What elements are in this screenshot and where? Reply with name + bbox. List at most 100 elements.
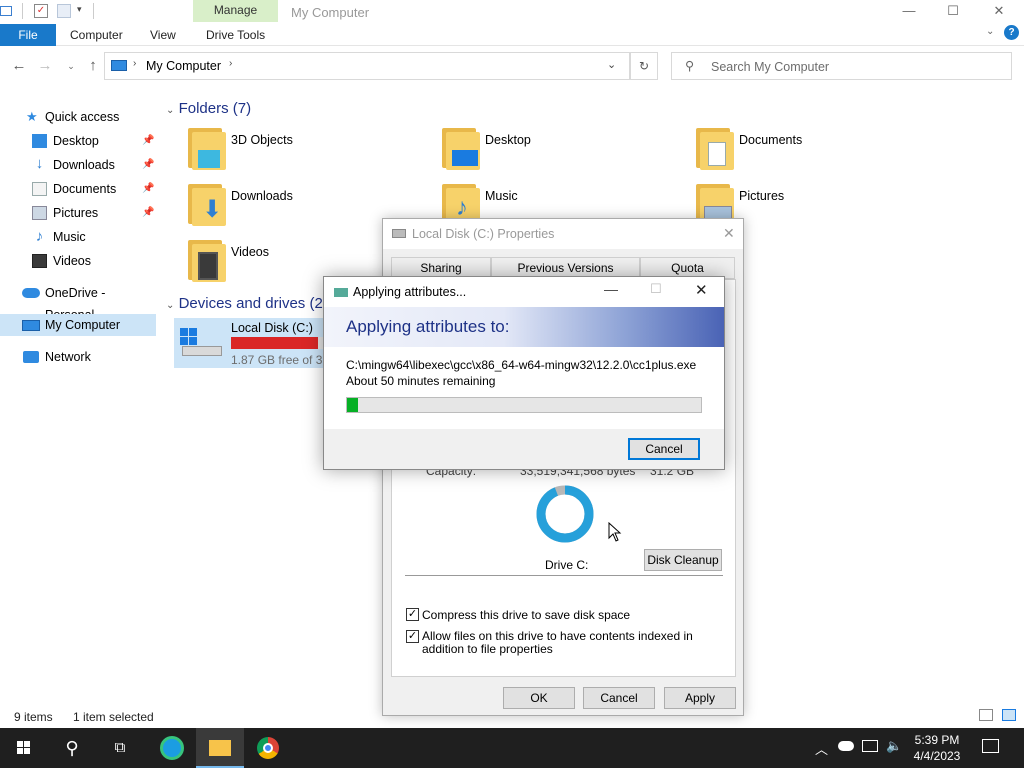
- nav-item-documents[interactable]: Documents 📌: [0, 178, 156, 200]
- back-arrow-icon[interactable]: ←: [10, 57, 28, 75]
- task-view-icon[interactable]: ⧉: [96, 728, 144, 768]
- drive-icon: [392, 229, 406, 238]
- large-icons-view-icon[interactable]: [1002, 709, 1016, 721]
- attributes-icon: [334, 288, 348, 297]
- tab-computer[interactable]: Computer: [70, 24, 123, 46]
- properties-check-icon[interactable]: ✓: [34, 4, 48, 18]
- nav-label: My Computer: [45, 318, 121, 332]
- refresh-button[interactable]: ↻: [630, 52, 658, 80]
- pin-icon[interactable]: 📌: [142, 178, 154, 200]
- drive-local-disk[interactable]: Local Disk (C:) 1.87 GB free of 31: [174, 318, 324, 368]
- nav-onedrive[interactable]: OneDrive - Personal: [0, 282, 156, 322]
- network-icon[interactable]: [862, 740, 878, 752]
- onedrive-cloud-icon[interactable]: [838, 741, 854, 751]
- item-count: 9 items: [14, 710, 53, 724]
- divider: [22, 3, 23, 19]
- breadcrumb-chevron-icon[interactable]: ›: [229, 58, 232, 69]
- customize-toolbar-icon[interactable]: ▾: [77, 4, 82, 15]
- file-tab[interactable]: File: [0, 24, 56, 46]
- search-icon: ⚲: [685, 59, 695, 73]
- file-explorer-icon[interactable]: [196, 728, 244, 768]
- computer-icon[interactable]: [0, 6, 12, 16]
- expand-ribbon-icon[interactable]: ⌄: [986, 26, 994, 37]
- manage-tab[interactable]: Manage: [193, 0, 278, 22]
- clock-date: 4/4/2023: [913, 749, 961, 763]
- show-hidden-icons-icon[interactable]: ︿: [815, 739, 828, 758]
- tab-drive-tools[interactable]: Drive Tools: [206, 24, 265, 46]
- cancel-button[interactable]: Cancel: [628, 438, 700, 460]
- folder-name: Downloads: [231, 189, 293, 203]
- divider: [405, 575, 723, 576]
- close-button[interactable]: ✕: [695, 281, 708, 299]
- folders-header-label: Folders (7): [178, 100, 252, 117]
- nav-label: Network: [45, 350, 91, 364]
- nav-network[interactable]: Network: [0, 346, 156, 368]
- folder-documents[interactable]: [692, 128, 736, 172]
- file-path: C:\mingw64\libexec\gcc\x86_64-w64-mingw3…: [346, 358, 697, 372]
- nav-item-pictures[interactable]: Pictures 📌: [0, 202, 156, 224]
- minimize-button[interactable]: —: [886, 2, 932, 22]
- up-arrow-icon[interactable]: ↑: [84, 57, 102, 75]
- folders-header[interactable]: ⌄ Folders (7): [166, 100, 251, 117]
- pin-icon[interactable]: 📌: [142, 202, 154, 224]
- start-icon[interactable]: [0, 728, 48, 768]
- folder-name: Documents: [739, 133, 803, 147]
- folder-desktop[interactable]: [438, 128, 482, 172]
- index-checkbox[interactable]: ✓: [406, 630, 419, 643]
- pin-icon[interactable]: 📌: [142, 130, 154, 152]
- volume-icon[interactable]: 🔈: [886, 738, 902, 754]
- apply-button[interactable]: Apply: [664, 687, 736, 709]
- details-view-icon[interactable]: [979, 709, 993, 721]
- pin-icon[interactable]: 📌: [142, 154, 154, 176]
- breadcrumb-chevron-icon[interactable]: ›: [133, 58, 136, 69]
- downloads-icon: ⬇: [202, 196, 223, 223]
- address-row: ← → ⌄ ↑ › My Computer › ⌄ ↻ ⚲ Search My …: [0, 50, 1024, 84]
- close-icon[interactable]: ✕: [723, 225, 735, 242]
- nav-my-computer[interactable]: My Computer: [0, 314, 156, 336]
- chrome-icon[interactable]: [244, 728, 292, 768]
- close-button[interactable]: ✕: [976, 2, 1022, 22]
- drive-usage-bar: [231, 337, 324, 349]
- disk-cleanup-button[interactable]: Disk Cleanup: [644, 549, 722, 571]
- maximize-button: ☐: [650, 281, 662, 296]
- recent-locations-icon[interactable]: ⌄: [62, 57, 80, 75]
- progress-fill: [347, 398, 358, 412]
- search-input[interactable]: ⚲ Search My Computer: [671, 52, 1012, 80]
- nav-item-desktop[interactable]: Desktop 📌: [0, 130, 156, 152]
- ribbon: File Computer View Drive Tools ⌄ ?: [0, 24, 1024, 46]
- music-icon: ♪: [35, 228, 44, 245]
- notifications-icon[interactable]: [982, 739, 999, 753]
- forward-arrow-icon[interactable]: →: [36, 57, 54, 75]
- drive-usage-fill: [231, 337, 319, 349]
- cancel-button[interactable]: Cancel: [583, 687, 655, 709]
- devices-header[interactable]: ⌄ Devices and drives (2: [166, 295, 323, 312]
- music-icon: ♪: [456, 194, 468, 221]
- address-dropdown-icon[interactable]: ⌄: [607, 58, 616, 71]
- compress-label: Compress this drive to save disk space: [422, 608, 631, 622]
- nav-label: Downloads: [53, 158, 115, 172]
- new-folder-icon[interactable]: [57, 4, 71, 18]
- apply-title-bar: Applying attributes... — ☐ ✕: [324, 277, 724, 307]
- devices-header-label: Devices and drives (2: [178, 295, 323, 312]
- star-icon: ★: [26, 109, 38, 124]
- breadcrumb[interactable]: My Computer: [146, 59, 221, 73]
- address-bar[interactable]: › My Computer › ⌄: [104, 52, 630, 80]
- nav-item-downloads[interactable]: ↓ Downloads 📌: [0, 154, 156, 176]
- folder-name: Pictures: [739, 189, 785, 203]
- folder-3d-objects[interactable]: [184, 128, 228, 172]
- folder-videos[interactable]: [184, 240, 228, 284]
- edge-icon[interactable]: [148, 728, 196, 768]
- minimize-button[interactable]: —: [604, 281, 618, 297]
- nav-item-videos[interactable]: Videos: [0, 250, 156, 272]
- selection-count: 1 item selected: [73, 710, 154, 724]
- tab-view[interactable]: View: [150, 24, 176, 46]
- ok-button[interactable]: OK: [503, 687, 575, 709]
- search-icon[interactable]: ⚲: [48, 728, 96, 768]
- nav-quick-access[interactable]: ★ Quick access: [0, 106, 156, 128]
- maximize-button[interactable]: ☐: [930, 2, 976, 22]
- compress-checkbox[interactable]: ✓: [406, 608, 419, 621]
- help-icon[interactable]: ?: [1004, 25, 1019, 40]
- folder-downloads[interactable]: ⬇: [184, 184, 228, 228]
- clock[interactable]: 5:39 PM 4/4/2023: [906, 732, 968, 764]
- nav-item-music[interactable]: ♪ Music: [0, 226, 156, 248]
